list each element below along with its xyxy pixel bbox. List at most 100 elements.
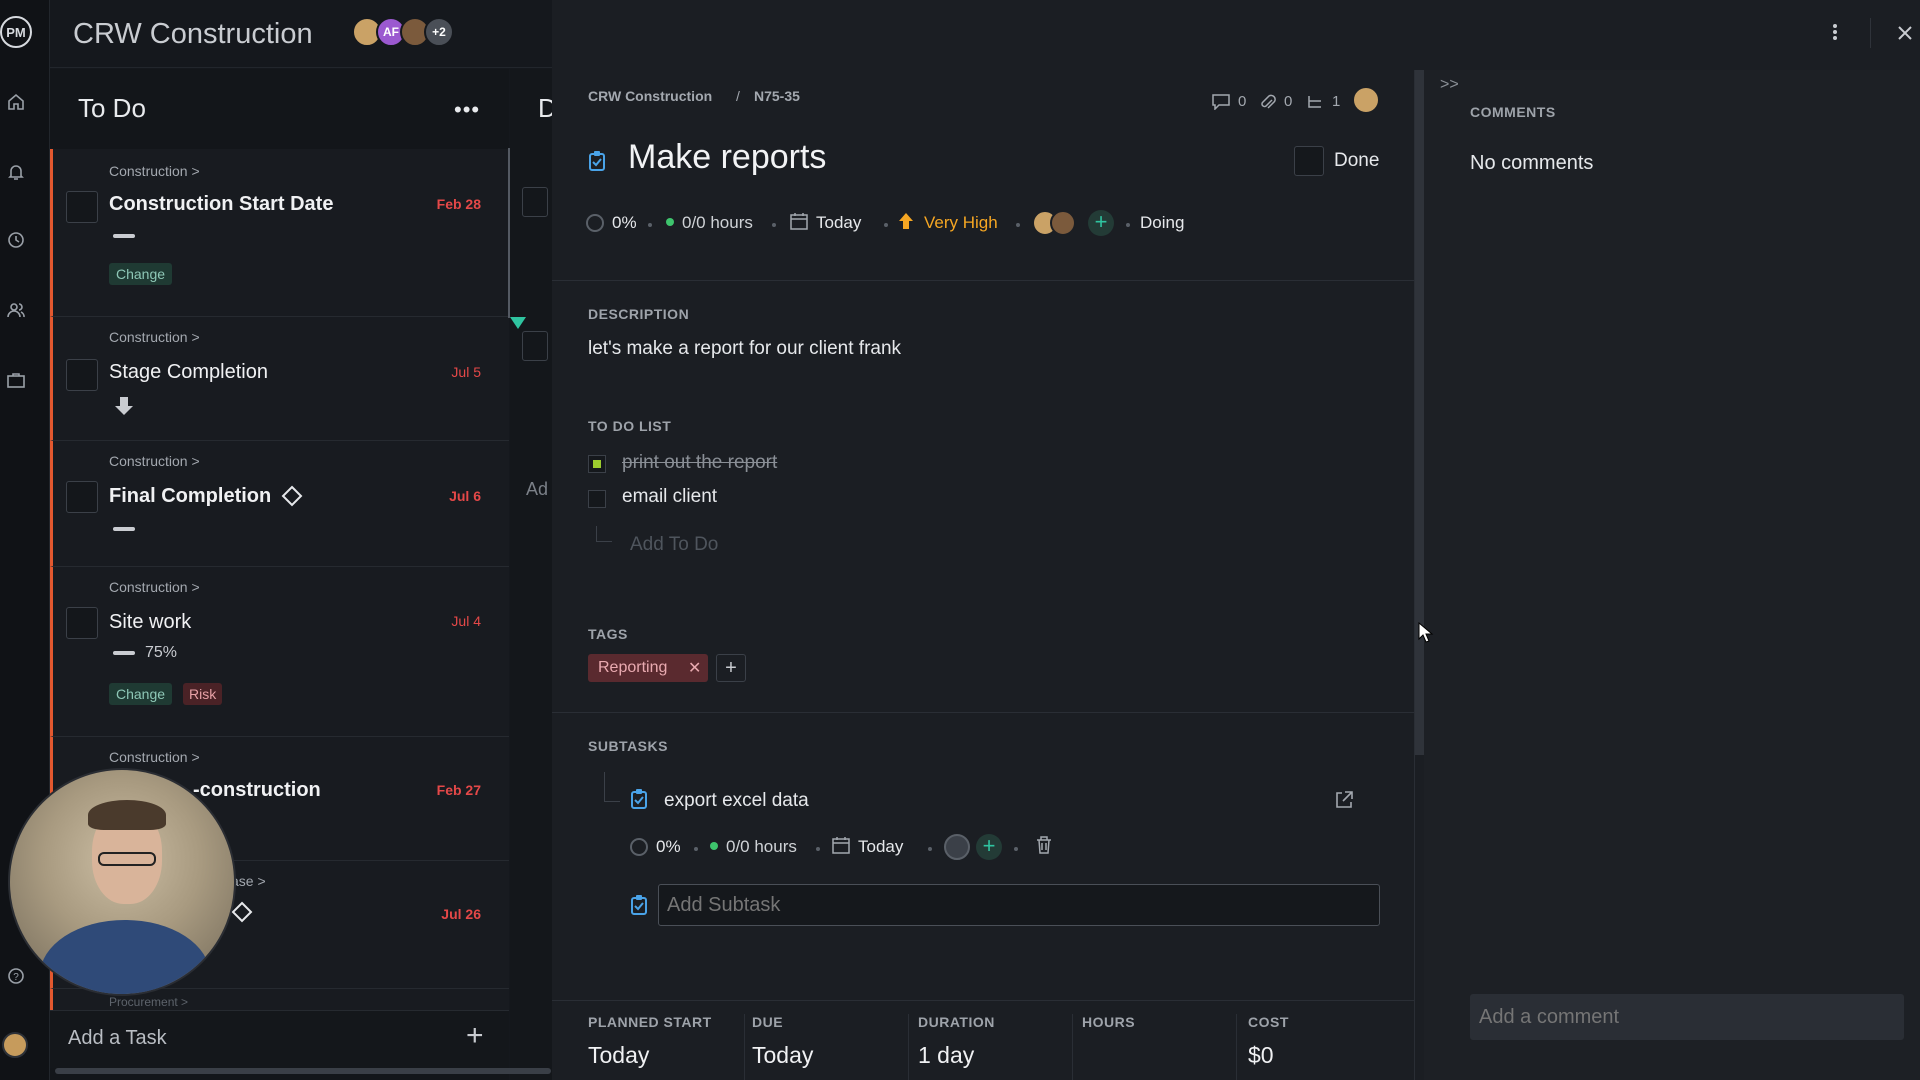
bell-icon[interactable] <box>6 162 26 182</box>
divider <box>552 280 1414 281</box>
card-title[interactable]: Site work <box>109 611 191 634</box>
kebab-icon[interactable] <box>1832 22 1838 42</box>
card-breadcrumb[interactable]: Construction > <box>109 329 200 345</box>
planned-start-value[interactable]: Today <box>588 1042 649 1069</box>
add-comment-input[interactable] <box>1470 994 1904 1040</box>
todo-checkbox-checked[interactable] <box>588 455 606 473</box>
progress-ring-icon[interactable] <box>586 214 604 232</box>
add-assignee-button[interactable]: + <box>1088 210 1114 236</box>
task-checkbox[interactable] <box>66 359 98 391</box>
subtask-title[interactable]: export excel data <box>664 790 809 812</box>
task-checkbox[interactable] <box>66 607 98 639</box>
card-title[interactable]: Final Completion <box>109 485 271 508</box>
task-priority[interactable]: Very High <box>924 213 998 233</box>
column-menu-icon[interactable]: ••• <box>454 97 480 123</box>
duration-value[interactable]: 1 day <box>918 1042 974 1069</box>
card-breadcrumb[interactable]: Construction > <box>109 163 200 179</box>
due-value[interactable]: Today <box>752 1042 813 1069</box>
priority-low-icon <box>113 395 135 417</box>
description-text[interactable]: let's make a report for our client frank <box>588 338 901 360</box>
card-breadcrumb[interactable]: Construction > <box>109 579 200 595</box>
card-breadcrumb[interactable]: ase > <box>231 873 266 889</box>
task-date[interactable]: Today <box>816 213 861 233</box>
add-task-plus-icon[interactable]: + <box>466 1019 484 1053</box>
briefcase-icon[interactable] <box>6 370 26 390</box>
unassigned-user-icon[interactable] <box>944 834 970 860</box>
subtask-hours[interactable]: 0/0 hours <box>726 837 797 857</box>
clock-icon[interactable] <box>6 230 26 250</box>
help-icon[interactable]: ? <box>6 966 26 986</box>
tag-risk[interactable]: Risk <box>183 683 223 705</box>
card-breadcrumb[interactable]: Construction > <box>109 453 200 469</box>
close-icon[interactable] <box>1898 26 1912 40</box>
task-checkbox[interactable] <box>66 481 98 513</box>
board-scrollbar[interactable] <box>55 1068 551 1074</box>
subtask-progress[interactable]: 0% <box>656 837 681 857</box>
done-label[interactable]: Done <box>1334 150 1379 172</box>
open-external-icon[interactable] <box>1334 790 1354 810</box>
add-todo-input[interactable]: Add To Do <box>630 534 718 556</box>
card-due-date: Jul 4 <box>451 613 481 629</box>
app-logo[interactable]: PM <box>0 16 32 48</box>
tag-reporting[interactable]: Reporting ✕ <box>588 654 708 682</box>
card-title[interactable]: Stage Completion <box>109 361 268 384</box>
paperclip-icon[interactable] <box>1260 93 1276 111</box>
task-checkbox[interactable] <box>522 187 548 217</box>
progress-ring-icon[interactable] <box>630 838 648 856</box>
task-clipboard-icon <box>630 894 648 916</box>
task-clipboard-icon <box>588 150 606 172</box>
expand-icon[interactable]: >> <box>1440 76 1459 94</box>
task-progress[interactable]: 0% <box>612 213 637 233</box>
task-title[interactable]: Make reports <box>628 138 826 177</box>
home-icon[interactable] <box>6 92 26 112</box>
subtask-date[interactable]: Today <box>858 837 903 857</box>
milestone-diamond-icon <box>281 485 303 507</box>
priority-arrow-icon <box>898 212 914 230</box>
divider <box>908 1014 909 1080</box>
todo-label: TO DO LIST <box>588 418 672 434</box>
breadcrumb-project[interactable]: CRW Construction <box>588 88 712 104</box>
card-breadcrumb[interactable]: Construction > <box>109 749 200 765</box>
add-task-label[interactable]: Add a Task <box>68 1027 167 1050</box>
done-checkbox[interactable] <box>1294 146 1324 176</box>
next-column: D Ad <box>510 69 557 1080</box>
card-title[interactable]: -construction <box>193 779 321 802</box>
drag-indicator <box>510 317 526 329</box>
todo-checkbox[interactable] <box>588 490 606 508</box>
subtask-icon[interactable] <box>1306 95 1324 111</box>
task-status[interactable]: Doing <box>1140 213 1184 233</box>
cost-label: COST <box>1248 1014 1289 1030</box>
task-hours[interactable]: 0/0 hours <box>682 213 753 233</box>
add-task-bar[interactable]: Add a Task + <box>50 1010 509 1068</box>
tag-change[interactable]: Change <box>109 683 173 705</box>
task-card[interactable]: Construction > Construction Start Date F… <box>50 149 509 317</box>
card-title[interactable]: Construction Start Date <box>109 193 333 216</box>
assignee-avatar[interactable] <box>1352 86 1380 114</box>
card-breadcrumb[interactable]: Procurement > <box>109 995 188 1009</box>
more-avatars-badge[interactable]: +2 <box>424 17 454 47</box>
add-subtask-input[interactable] <box>658 884 1380 926</box>
subtasks-label: SUBTASKS <box>588 738 668 754</box>
comment-icon[interactable] <box>1212 94 1230 110</box>
add-task-link[interactable]: Ad <box>526 479 548 500</box>
todo-item[interactable]: print out the report <box>622 452 777 474</box>
tag-change[interactable]: Change <box>109 263 173 285</box>
user-avatar[interactable] <box>2 1032 28 1058</box>
assignee-avatar[interactable] <box>1050 210 1076 236</box>
task-card[interactable]: Construction > Stage Completion Jul 5 <box>50 317 509 441</box>
people-icon[interactable] <box>6 300 26 320</box>
add-tag-button[interactable]: + <box>716 654 746 682</box>
trash-icon[interactable] <box>1036 836 1052 854</box>
detail-scrollbar[interactable] <box>1414 70 1424 755</box>
task-card[interactable]: Construction > Site work Jul 4 75% Chang… <box>50 567 509 737</box>
task-checkbox[interactable] <box>522 331 548 361</box>
task-checkbox[interactable] <box>66 191 98 223</box>
calendar-icon[interactable] <box>832 836 850 854</box>
calendar-icon[interactable] <box>790 212 808 230</box>
remove-tag-icon[interactable]: ✕ <box>688 658 701 678</box>
cost-value[interactable]: $0 <box>1248 1042 1274 1069</box>
task-card[interactable]: Construction > Final Completion Jul 6 <box>50 441 509 567</box>
tree-connector <box>604 772 620 802</box>
add-assignee-button[interactable]: + <box>976 834 1002 860</box>
todo-item[interactable]: email client <box>622 486 717 508</box>
